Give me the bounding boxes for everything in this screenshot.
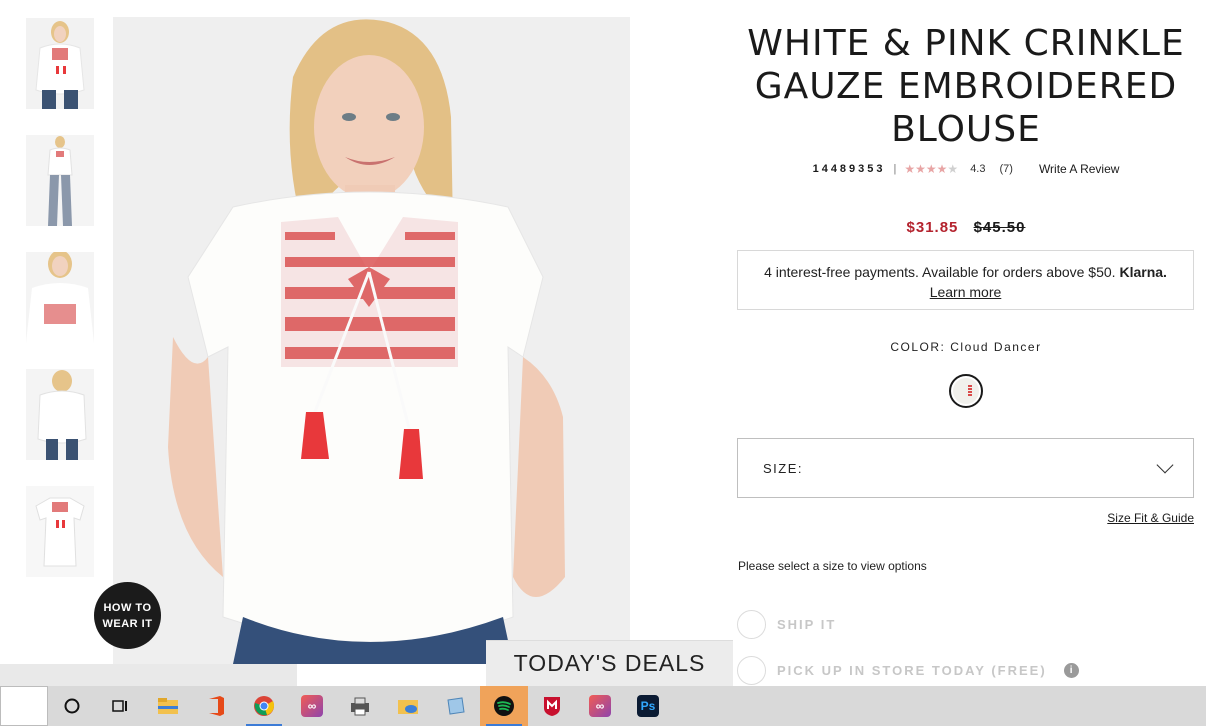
thumbnail-full-length-image [26,135,94,226]
info-icon[interactable]: i [1063,663,1079,678]
thumbnail-full-length[interactable] [26,135,94,226]
task-view-icon[interactable] [96,686,144,726]
windows-taskbar: ∞ ∞ Ps [0,686,1206,726]
pickup-option[interactable]: PICK UP IN STORE TODAY (FREE) i [737,656,1079,685]
color-value: Cloud Dancer [950,340,1042,354]
thumbnail-back[interactable] [26,369,94,460]
chrome-icon[interactable] [240,686,288,726]
swatch-fill [953,378,979,404]
size-dropdown[interactable]: SIZE: [737,438,1194,498]
todays-deals-button[interactable]: TODAY'S DEALS [486,640,733,686]
mcafee-icon[interactable] [528,686,576,726]
price-block: $31.85 $45.50 [738,219,1194,236]
size-label: SIZE: [763,460,804,476]
how-to-line2: WEAR IT [102,617,153,630]
office-icon[interactable] [192,686,240,726]
how-to-line1: HOW TO [103,601,152,614]
thumbnail-front-image [26,18,94,109]
color-swatch-cloud-dancer[interactable] [949,374,983,408]
creative-cloud-icon-2[interactable]: ∞ [576,686,624,726]
how-to-wear-button[interactable]: HOW TO WEAR IT [94,582,161,649]
model-photo [113,17,630,664]
photoshop-label: Ps [637,695,659,717]
thumbnail-back-image [26,369,94,460]
klarna-text: 4 interest-free payments. Available for … [764,264,1116,280]
thumbnail-detail-image [26,252,94,343]
notes-icon[interactable] [432,686,480,726]
color-label-prefix: COLOR: [890,340,946,354]
select-size-message: Please select a size to view options [738,559,927,573]
rating-value: 4.3 [970,163,986,175]
thumbnail-front[interactable] [26,18,94,109]
original-price: $45.50 [973,219,1026,236]
sale-price: $31.85 [906,219,959,236]
pickup-radio[interactable] [737,656,766,685]
ship-it-option[interactable]: SHIP IT [737,610,836,639]
ship-it-radio[interactable] [737,610,766,639]
size-fit-guide-link[interactable]: Size Fit & Guide [1107,511,1194,525]
write-review-link[interactable]: Write A Review [1039,162,1119,176]
cortana-icon[interactable] [48,686,96,726]
product-meta-row: 14489353 | ★★★★★ 4.3 (7) Write A Review [738,162,1194,176]
product-title: WHITE & PINK CRINKLE GAUZE EMBROIDERED B… [747,23,1185,150]
klarna-learn-more-link[interactable]: Learn more [930,284,1002,300]
left-panel-strip [0,664,297,686]
creative-cloud-icon[interactable]: ∞ [288,686,336,726]
file-share-icon[interactable] [384,686,432,726]
printer-icon[interactable] [336,686,384,726]
thumbnail-flat-image [26,486,94,577]
color-label: COLOR: Cloud Dancer [738,340,1194,354]
main-product-image[interactable] [113,17,630,664]
file-explorer-icon[interactable] [144,686,192,726]
rating-stars-icon[interactable]: ★★★★★ [904,162,958,176]
taskbar-search-box[interactable] [0,686,48,726]
thumbnail-detail[interactable] [26,252,94,343]
spotify-icon[interactable] [480,686,528,726]
product-sku: 14489353 [812,163,886,175]
thumbnail-flat[interactable] [26,486,94,577]
klarna-banner: 4 interest-free payments. Available for … [737,250,1194,310]
klarna-brand: Klarna. [1119,264,1167,280]
product-page: HOW TO WEAR IT TODAY'S DEALS WHITE & PIN… [0,0,1206,726]
meta-separator: | [893,163,897,175]
review-count[interactable]: (7) [999,163,1012,175]
chevron-down-icon [1156,456,1174,474]
ship-it-label: SHIP IT [777,617,837,632]
photoshop-icon[interactable]: Ps [624,686,672,726]
pickup-label: PICK UP IN STORE TODAY (FREE) [777,663,1047,678]
